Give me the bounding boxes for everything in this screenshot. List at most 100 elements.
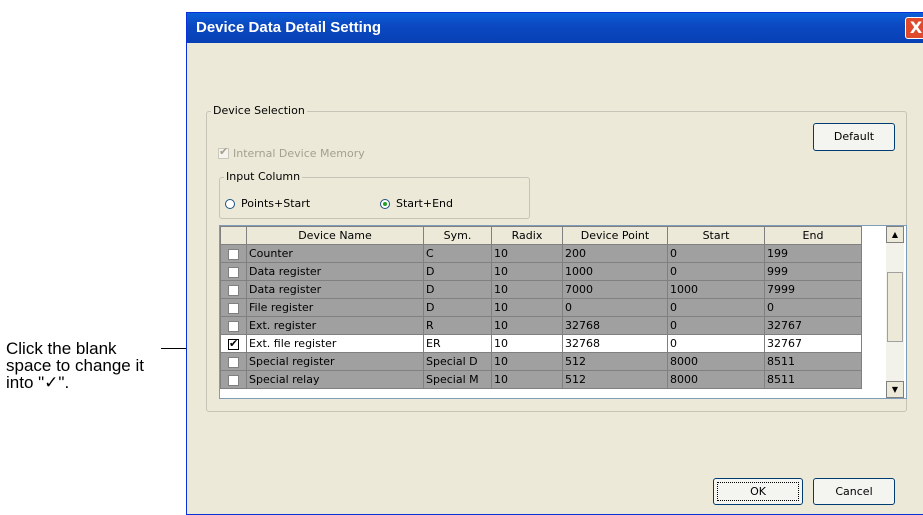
row-checkbox[interactable]: [228, 374, 239, 386]
cell-sym[interactable]: D: [423, 298, 492, 317]
cell-radix[interactable]: 10: [491, 262, 563, 281]
cell-start[interactable]: 0: [667, 334, 765, 353]
triangle-up-icon[interactable]: ▲: [886, 226, 904, 243]
cell-start[interactable]: 8000: [667, 370, 765, 389]
cell-end[interactable]: 199: [764, 244, 862, 263]
close-button[interactable]: X: [905, 17, 923, 39]
cell-name[interactable]: Ext. register: [246, 316, 424, 335]
cell-start[interactable]: 1000: [667, 280, 765, 299]
cell-end[interactable]: 8511: [764, 352, 862, 371]
cell-sym[interactable]: Special M: [423, 370, 492, 389]
radio-points-start-dot[interactable]: [225, 199, 235, 209]
cell-point[interactable]: 200: [562, 244, 668, 263]
ok-button[interactable]: OK: [713, 478, 803, 505]
table-row[interactable]: Special register Special D 10 512 8000 8511: [220, 352, 862, 371]
input-column-label: Input Column: [224, 170, 303, 183]
cell-start[interactable]: 0: [667, 262, 765, 281]
cell-sym[interactable]: D: [423, 262, 492, 281]
column-header[interactable]: End: [764, 226, 862, 245]
cell-end[interactable]: 8511: [764, 370, 862, 389]
cell-start[interactable]: 0: [667, 244, 765, 263]
cell-end[interactable]: 32767: [764, 316, 862, 335]
radio-points-start-label: Points+Start: [241, 197, 311, 210]
column-header[interactable]: [220, 226, 247, 245]
column-header[interactable]: Sym.: [423, 226, 492, 245]
row-checkbox[interactable]: [228, 248, 239, 260]
cell-point[interactable]: 512: [562, 352, 668, 371]
table-row[interactable]: Data register D 10 1000 0 999: [220, 262, 862, 281]
cell-name[interactable]: Data register: [246, 280, 424, 299]
cell-start[interactable]: 0: [667, 298, 765, 317]
radio-start-end[interactable]: Start+End: [380, 197, 453, 210]
column-header[interactable]: Radix: [491, 226, 563, 245]
row-checkbox-cell[interactable]: [220, 298, 247, 317]
cell-point[interactable]: 0: [562, 298, 668, 317]
table-row[interactable]: File register D 10 0 0 0: [220, 298, 862, 317]
row-checkbox-cell[interactable]: [220, 370, 247, 389]
cell-sym[interactable]: ER: [423, 334, 492, 353]
row-checkbox[interactable]: [228, 320, 239, 332]
row-checkbox-cell[interactable]: [220, 244, 247, 263]
cancel-button[interactable]: Cancel: [813, 478, 895, 505]
row-checkbox-cell[interactable]: ✔: [220, 334, 247, 353]
cell-point[interactable]: 512: [562, 370, 668, 389]
table-row[interactable]: ✔ Ext. file register ER 10 32768 0 32767: [220, 334, 862, 353]
column-header[interactable]: Device Point: [562, 226, 668, 245]
cell-radix[interactable]: 10: [491, 352, 563, 371]
cell-name[interactable]: Special relay: [246, 370, 424, 389]
row-checkbox[interactable]: [228, 284, 239, 296]
cell-name[interactable]: Special register: [246, 352, 424, 371]
cell-start[interactable]: 0: [667, 316, 765, 335]
triangle-down-icon[interactable]: ▼: [886, 381, 904, 398]
cell-end[interactable]: 0: [764, 298, 862, 317]
radio-points-start[interactable]: Points+Start: [225, 197, 310, 210]
scroll-thumb[interactable]: [887, 272, 903, 342]
cell-name[interactable]: Ext. file register: [246, 334, 424, 353]
row-checkbox-cell[interactable]: [220, 280, 247, 299]
callout-text: Click the blank space to change it into …: [6, 339, 144, 392]
cell-name[interactable]: Counter: [246, 244, 424, 263]
cell-radix[interactable]: 10: [491, 334, 563, 353]
cell-end[interactable]: 999: [764, 262, 862, 281]
column-header[interactable]: Start: [667, 226, 765, 245]
internal-memory-check-box[interactable]: ✔: [218, 145, 229, 159]
cell-radix[interactable]: 10: [491, 298, 563, 317]
row-checkbox-cell[interactable]: [220, 316, 247, 335]
cell-end[interactable]: 32767: [764, 334, 862, 353]
radio-start-end-label: Start+End: [396, 197, 453, 210]
cell-point[interactable]: 32768: [562, 334, 668, 353]
cell-sym[interactable]: Special D: [423, 352, 492, 371]
cell-point[interactable]: 32768: [562, 316, 668, 335]
cell-sym[interactable]: C: [423, 244, 492, 263]
radio-start-end-dot[interactable]: [380, 199, 390, 209]
cell-sym[interactable]: R: [423, 316, 492, 335]
cell-radix[interactable]: 10: [491, 316, 563, 335]
column-header[interactable]: Device Name: [246, 226, 424, 245]
row-checkbox[interactable]: [228, 302, 239, 314]
row-checkbox-cell[interactable]: [220, 262, 247, 281]
cell-start[interactable]: 8000: [667, 352, 765, 371]
row-checkbox-cell[interactable]: [220, 352, 247, 371]
title-bar[interactable]: Device Data Detail Setting: [187, 13, 923, 43]
dialog-title: Device Data Detail Setting: [196, 19, 382, 36]
default-button[interactable]: Default: [813, 123, 895, 151]
row-checkbox[interactable]: [228, 356, 239, 368]
cell-name[interactable]: Data register: [246, 262, 424, 281]
cell-end[interactable]: 7999: [764, 280, 862, 299]
table-row[interactable]: Ext. register R 10 32768 0 32767: [220, 316, 862, 335]
cell-point[interactable]: 1000: [562, 262, 668, 281]
row-checkbox[interactable]: ✔: [228, 337, 239, 350]
cell-radix[interactable]: 10: [491, 280, 563, 299]
internal-memory-checkbox[interactable]: ✔ Internal Device Memory: [218, 145, 365, 160]
vertical-scrollbar[interactable]: ▲ ▼: [886, 226, 904, 398]
table-row[interactable]: Counter C 10 200 0 199: [220, 244, 862, 263]
cell-radix[interactable]: 10: [491, 244, 563, 263]
row-checkbox[interactable]: [228, 266, 239, 278]
cell-sym[interactable]: D: [423, 280, 492, 299]
cell-radix[interactable]: 10: [491, 370, 563, 389]
cell-name[interactable]: File register: [246, 298, 424, 317]
cell-point[interactable]: 7000: [562, 280, 668, 299]
table-row[interactable]: Data register D 10 7000 1000 7999: [220, 280, 862, 299]
table-row[interactable]: Special relay Special M 10 512 8000 8511: [220, 370, 862, 389]
check-icon: ✔: [219, 145, 229, 158]
